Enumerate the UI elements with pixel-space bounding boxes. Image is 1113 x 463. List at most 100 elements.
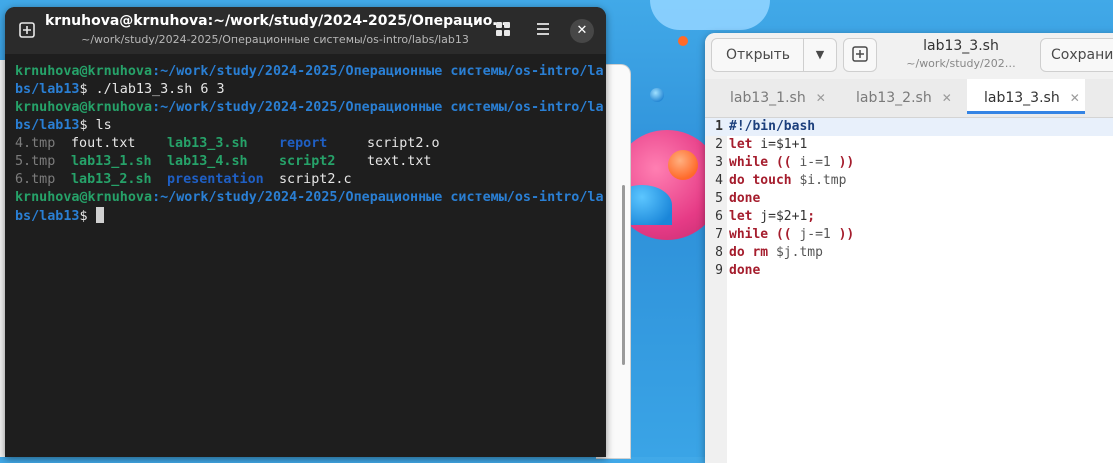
terminal-line: krnuhova@krnuhova:~/work/study/2024-2025… (15, 99, 604, 117)
code-keyword: while (729, 227, 769, 242)
new-tab-icon[interactable] (17, 21, 37, 41)
code-keyword: rm (744, 245, 769, 260)
terminal-header: krnuhova@krnuhova:~/work/study/2024-2025… (5, 7, 606, 54)
ls-row: 6.tmp lab13_2.sh presentation script2.c (15, 171, 598, 189)
editor-header: Открыть ▼ lab13_3.sh ~/work/study/202… С… (705, 33, 1113, 80)
grid-view-icon[interactable] (493, 21, 513, 41)
prompt-path: :~/work/study/2024-2025/Операционные сис… (152, 190, 604, 205)
terminal-line: krnuhova@krnuhova:~/work/study/2024-2025… (15, 63, 604, 81)
line-number: 6 (715, 209, 723, 224)
code-keyword: (( (768, 155, 792, 170)
prompt-dollar: $ (79, 82, 88, 97)
line-number: 4 (715, 173, 723, 188)
code-keyword: done (729, 191, 761, 206)
save-button[interactable]: Сохранить (1040, 38, 1113, 72)
editor-tabs: lab13_1.sh ✕ lab13_2.sh ✕ lab13_3.sh ✕ (705, 79, 1113, 118)
tab-label: lab13_3.sh (984, 90, 1060, 106)
editor-title: lab13_3.sh (923, 38, 999, 54)
ls-row: 4.tmp fout.txt lab13_3.sh report script2… (15, 135, 598, 153)
prompt-dollar: $ (79, 209, 88, 224)
wallpaper-bubble (650, 88, 664, 102)
code-keyword: ; (807, 209, 816, 224)
line-number: 3 (715, 155, 723, 170)
new-document-icon[interactable] (843, 38, 877, 72)
code-keyword: )) (838, 227, 855, 242)
ls-entry: text.txt (367, 154, 432, 169)
code-line: 2 let i=$1+1 (705, 136, 1113, 154)
ls-entry: script2.c (279, 172, 352, 187)
prompt-path: :~/work/study/2024-2025/Операционные сис… (152, 64, 604, 79)
line-number: 2 (715, 137, 723, 152)
line-number: 9 (715, 263, 723, 278)
code-text: $i.tmp (791, 173, 847, 188)
code-text: j-=1 (791, 227, 839, 242)
prompt-path: :~/work/study/2024-2025/Операционные сис… (152, 100, 604, 115)
code-keyword: do (729, 245, 745, 260)
tab-lab13-3[interactable]: lab13_3.sh ✕ (967, 79, 1085, 114)
code-area[interactable]: 1 #!/bin/bash 2 let i=$1+1 3 while (( i-=1 … (705, 118, 1113, 280)
terminal-line: krnuhova@krnuhova:~/work/study/2024-2025… (15, 189, 604, 207)
code-line: 6 let j=$2+1; (705, 208, 1113, 226)
code-line: 9 done (705, 262, 1113, 280)
code-keyword: do (729, 173, 745, 188)
terminal-line: bs/lab13$ (15, 207, 598, 225)
command-text: ls (87, 118, 112, 133)
code-keyword: while (729, 155, 769, 170)
code-text: j=$2+1 (752, 209, 808, 224)
editor-subtitle: ~/work/study/202… (906, 57, 1016, 70)
close-tab-icon[interactable]: ✕ (942, 91, 952, 105)
close-tab-icon[interactable]: ✕ (816, 91, 826, 105)
ls-entry: lab13_4.sh (167, 154, 248, 169)
background-window-scrollbar[interactable] (622, 185, 625, 365)
editor-window[interactable]: Открыть ▼ lab13_3.sh ~/work/study/202… С… (705, 33, 1113, 463)
prompt-path-cont: bs/lab13 (15, 118, 80, 133)
ls-entry: script2.o (367, 136, 440, 151)
ls-entry: lab13_2.sh (71, 172, 152, 187)
code-keyword: touch (744, 173, 792, 188)
terminal-line: bs/lab13$ ./lab13_3.sh 6 3 (15, 81, 598, 99)
ls-entry: lab13_1.sh (71, 154, 152, 169)
ls-entry: 5.tmp (15, 154, 56, 169)
ls-entry: script2 (279, 154, 336, 169)
ls-entry: lab13_3.sh (167, 136, 248, 151)
code-text: i=$1+1 (752, 137, 808, 152)
code-line: 4 do touch $i.tmp (705, 172, 1113, 190)
wallpaper-bubble (678, 36, 688, 46)
close-icon[interactable]: ✕ (570, 19, 594, 43)
terminal-subtitle: ~/work/study/2024-2025/Операционные сист… (81, 33, 469, 46)
ls-entry: presentation (167, 172, 264, 187)
prompt-user: krnuhova@krnuhova (15, 64, 153, 79)
prompt-user: krnuhova@krnuhova (15, 100, 153, 115)
code-text: #!/bin/bash (729, 119, 816, 134)
ls-row: 5.tmp lab13_1.sh lab13_4.sh script2 text… (15, 153, 598, 171)
line-number: 8 (715, 245, 723, 260)
code-line: 1 #!/bin/bash (705, 118, 1113, 136)
code-keyword: let (729, 209, 753, 224)
terminal-title: krnuhova@krnuhova:~/work/study/2024-2025… (45, 13, 505, 29)
code-text: i-=1 (791, 155, 839, 170)
code-keyword: )) (838, 155, 855, 170)
tab-label: lab13_1.sh (730, 90, 806, 106)
code-keyword: let (729, 137, 753, 152)
chevron-down-icon[interactable]: ▼ (803, 38, 837, 72)
terminal-line: bs/lab13$ ls (15, 117, 598, 135)
tab-lab13-2[interactable]: lab13_2.sh ✕ (831, 79, 967, 117)
code-text: $j.tmp (768, 245, 823, 260)
line-number: 5 (715, 191, 723, 206)
prompt-path-cont: bs/lab13 (15, 82, 80, 97)
code-line: 3 while (( i-=1 )) (705, 154, 1113, 172)
close-tab-icon[interactable]: ✕ (1070, 91, 1080, 105)
command-text: ./lab13_3.sh 6 3 (87, 82, 225, 97)
tab-lab13-1[interactable]: lab13_1.sh ✕ (705, 79, 831, 117)
wallpaper-cloud (650, 0, 770, 30)
ls-entry: 4.tmp (15, 136, 56, 151)
code-line: 5 done (705, 190, 1113, 208)
open-button[interactable]: Открыть (711, 38, 805, 72)
terminal-output[interactable]: krnuhova@krnuhova:~/work/study/2024-2025… (15, 63, 604, 225)
menu-icon[interactable] (533, 21, 553, 41)
text-cursor (95, 207, 104, 223)
line-number: 1 (715, 119, 723, 134)
terminal-window[interactable]: krnuhova@krnuhova:~/work/study/2024-2025… (5, 7, 606, 457)
wallpaper-bubble (668, 150, 698, 180)
ls-entry: 6.tmp (15, 172, 56, 187)
